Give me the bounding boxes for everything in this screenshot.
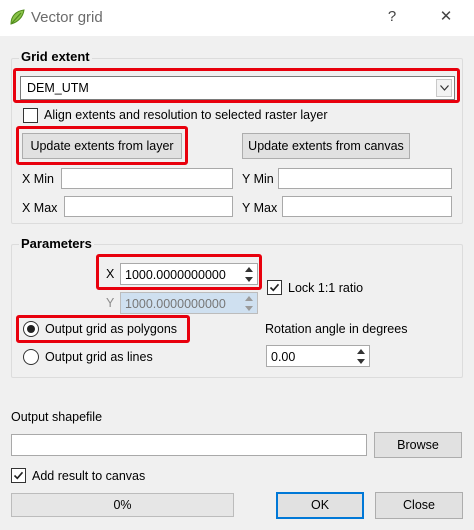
xmin-input[interactable] <box>61 168 233 189</box>
spin-up-icon[interactable] <box>354 347 368 357</box>
xmin-label: X Min <box>22 172 54 186</box>
layer-select-value: DEM_UTM <box>27 81 89 95</box>
close-window-button[interactable]: ✕ <box>435 6 457 28</box>
output-polygons-radio[interactable] <box>23 321 39 337</box>
add-result-label: Add result to canvas <box>32 469 146 483</box>
x-size-value: 1000.0000000000 <box>125 268 226 282</box>
close-button[interactable]: Close <box>375 492 463 519</box>
grid-extent-title: Grid extent <box>19 49 92 64</box>
title-bar: Vector grid ? ✕ <box>0 0 474 36</box>
output-path-input[interactable] <box>11 434 367 456</box>
rotation-spinner[interactable]: 0.00 <box>266 345 370 367</box>
y-size-label: Y <box>106 296 115 310</box>
y-size-spinner: 1000.0000000000 <box>120 292 258 314</box>
y-size-value: 1000.0000000000 <box>125 297 226 311</box>
chevron-down-icon <box>436 79 452 97</box>
x-size-spinner[interactable]: 1000.0000000000 <box>120 263 258 285</box>
lock-ratio-checkbox[interactable] <box>267 280 282 295</box>
x-size-label: X <box>106 267 115 281</box>
align-extents-checkbox[interactable] <box>23 108 38 123</box>
lock-ratio-label: Lock 1:1 ratio <box>288 281 364 295</box>
x-size-stepper[interactable] <box>242 265 256 285</box>
window-title: Vector grid <box>31 9 103 26</box>
spin-up-icon[interactable] <box>242 265 256 275</box>
progress-bar: 0% <box>11 493 234 517</box>
ymax-label: Y Max <box>242 201 278 215</box>
help-button[interactable]: ? <box>381 6 403 28</box>
rotation-value: 0.00 <box>271 350 296 364</box>
xmax-input[interactable] <box>64 196 233 217</box>
parameters-title: Parameters <box>19 236 94 251</box>
spin-up-icon <box>242 294 256 304</box>
rotation-stepper[interactable] <box>354 347 368 367</box>
spin-down-icon <box>242 304 256 314</box>
rotation-label: Rotation angle in degrees <box>265 322 408 336</box>
checkmark-icon <box>269 283 280 292</box>
browse-button[interactable]: Browse <box>374 432 462 458</box>
ymax-input[interactable] <box>282 196 452 217</box>
layer-select[interactable]: DEM_UTM <box>20 76 455 100</box>
spin-down-icon[interactable] <box>242 275 256 285</box>
output-lines-radio[interactable] <box>23 349 39 365</box>
checkmark-icon <box>13 471 24 480</box>
ymin-input[interactable] <box>278 168 452 189</box>
spin-down-icon[interactable] <box>354 357 368 367</box>
xmax-label: X Max <box>22 201 58 215</box>
update-from-canvas-button[interactable]: Update extents from canvas <box>242 133 410 159</box>
add-result-checkbox[interactable] <box>11 468 26 483</box>
align-extents-label: Align extents and resolution to selected… <box>44 108 328 122</box>
ymin-label: Y Min <box>242 172 274 186</box>
y-size-stepper <box>242 294 256 314</box>
output-lines-label: Output grid as lines <box>45 350 153 364</box>
qgis-logo-icon <box>8 8 26 26</box>
output-shapefile-label: Output shapefile <box>11 410 103 424</box>
ok-button[interactable]: OK <box>276 492 364 519</box>
output-polygons-label: Output grid as polygons <box>45 322 178 336</box>
radio-selected-dot <box>27 325 35 333</box>
update-from-layer-button[interactable]: Update extents from layer <box>22 133 182 159</box>
